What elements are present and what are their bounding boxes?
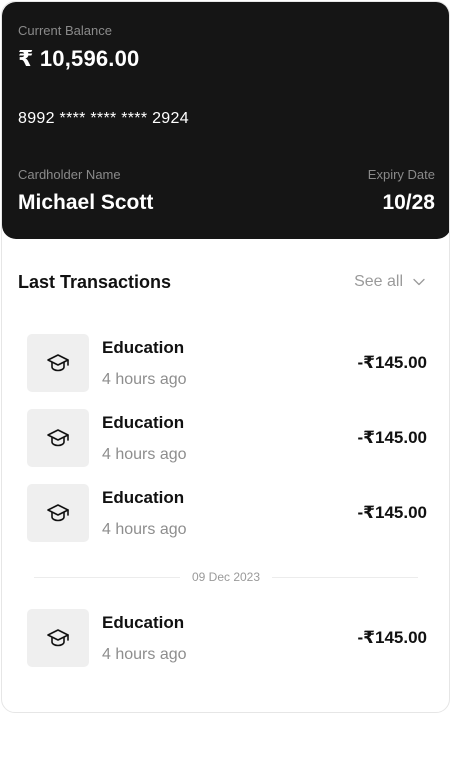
transaction-category: Education xyxy=(102,338,185,357)
transaction-amount: -₹145.00 xyxy=(357,428,428,447)
section-title: Last Transactions xyxy=(18,272,172,292)
wallet-widget: Current Balance ₹ 10,596.00 8992 **** **… xyxy=(1,1,450,713)
divider xyxy=(34,576,180,578)
graduation-cap-icon xyxy=(47,429,69,447)
see-all-label: See all xyxy=(354,273,403,290)
transaction-time: 4 hours ago xyxy=(102,446,187,463)
transaction-time: 4 hours ago xyxy=(102,646,187,663)
chevron-down-icon xyxy=(413,278,425,286)
transaction-icon-tile xyxy=(27,484,89,542)
see-all-button[interactable]: See all xyxy=(354,273,425,291)
balance-label: Current Balance xyxy=(18,23,112,38)
transaction-category: Education xyxy=(102,613,185,632)
graduation-cap-icon xyxy=(47,629,69,647)
transaction-row[interactable]: Education 4 hours ago -₹145.00 xyxy=(27,334,427,394)
transaction-icon-tile xyxy=(27,334,89,392)
balance-card[interactable]: Current Balance ₹ 10,596.00 8992 **** **… xyxy=(2,2,449,239)
transaction-row[interactable]: Education 4 hours ago -₹145.00 xyxy=(27,609,427,669)
transaction-row[interactable]: Education 4 hours ago -₹145.00 xyxy=(27,409,427,469)
transaction-category: Education xyxy=(102,488,185,507)
expiry-label: Expiry Date xyxy=(367,167,435,182)
transaction-time: 4 hours ago xyxy=(102,371,187,388)
transaction-amount: -₹145.00 xyxy=(357,353,428,372)
balance-amount: ₹ 10,596.00 xyxy=(18,46,140,71)
graduation-cap-icon xyxy=(47,504,69,522)
transaction-time: 4 hours ago xyxy=(102,521,187,538)
date-label: 09 Dec 2023 xyxy=(191,570,261,584)
transaction-icon-tile xyxy=(27,609,89,667)
divider xyxy=(272,576,418,578)
transaction-amount: -₹145.00 xyxy=(357,628,428,647)
transaction-category: Education xyxy=(102,413,185,432)
cardholder-name: Michael Scott xyxy=(18,191,154,214)
transaction-row[interactable]: Education 4 hours ago -₹145.00 xyxy=(27,484,427,544)
card-number: 8992 **** **** **** 2924 xyxy=(18,110,189,127)
cardholder-label: Cardholder Name xyxy=(18,167,121,182)
expiry-date: 10/28 xyxy=(382,191,435,214)
transaction-icon-tile xyxy=(27,409,89,467)
graduation-cap-icon xyxy=(47,354,69,372)
transaction-amount: -₹145.00 xyxy=(357,503,428,522)
date-separator: 09 Dec 2023 xyxy=(34,569,418,585)
